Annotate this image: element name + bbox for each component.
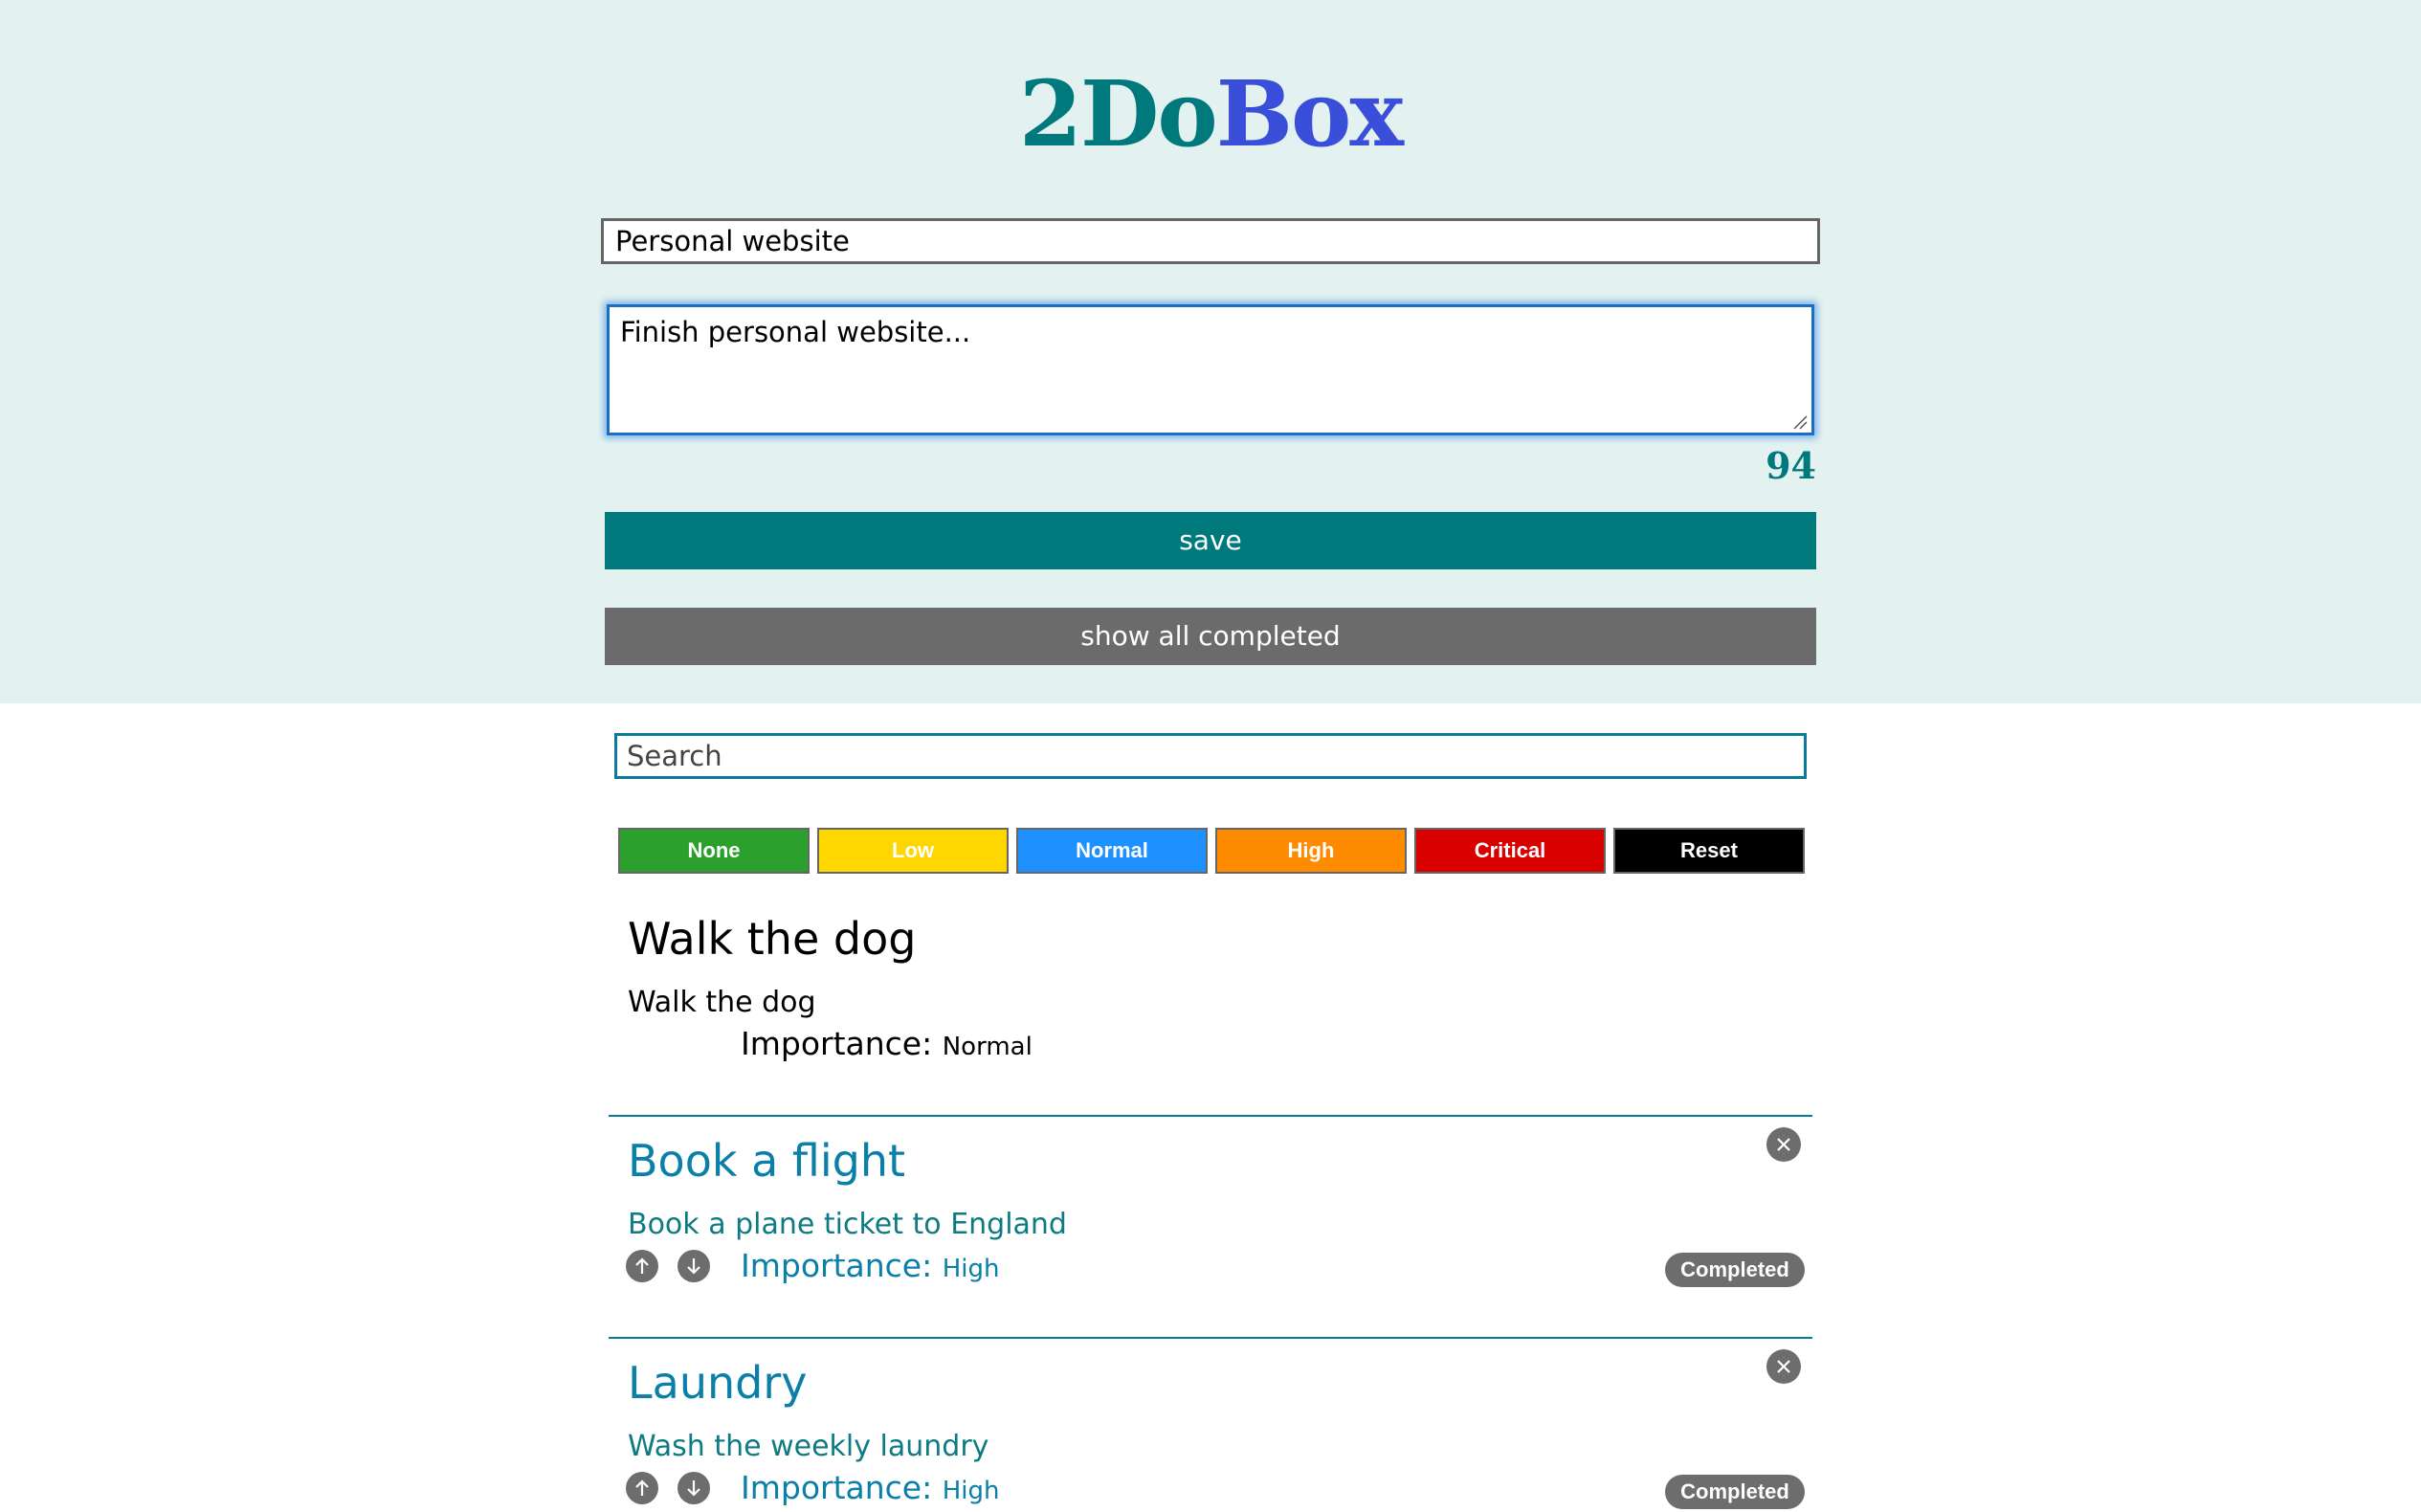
todo-card: Walk the dog Walk the dog Importance: No… <box>609 894 1812 1117</box>
resize-grip-icon[interactable] <box>1792 414 1808 430</box>
close-icon[interactable] <box>1766 1349 1801 1384</box>
arrow-down-icon[interactable] <box>677 1250 710 1282</box>
importance-row: Importance: High <box>741 1469 1000 1506</box>
filter-low-button[interactable]: Low <box>817 828 1009 874</box>
app-logo: 2DoBox <box>0 69 2421 160</box>
arrow-up-icon[interactable] <box>626 1472 658 1504</box>
filter-high-button[interactable]: High <box>1215 828 1407 874</box>
title-input[interactable] <box>601 218 1820 264</box>
logo-part-1: 2Do <box>1018 61 1218 167</box>
arrow-down-icon[interactable] <box>677 1472 710 1504</box>
arrow-up-icon[interactable] <box>626 1028 658 1060</box>
arrow-down-icon[interactable] <box>677 1028 710 1060</box>
importance-label: Importance: <box>741 1025 933 1062</box>
close-icon[interactable] <box>1766 1127 1801 1162</box>
importance-label: Importance: <box>741 1469 933 1506</box>
importance-row: Importance: High <box>741 1247 1000 1284</box>
completed-badge[interactable]: Completed <box>1665 1031 1805 1065</box>
importance-value: Normal <box>942 1033 1033 1061</box>
importance-row: Importance: Normal <box>741 1025 1033 1062</box>
arrow-up-icon[interactable] <box>626 1250 658 1282</box>
importance-value: High <box>942 1255 1000 1283</box>
completed-badge[interactable]: Completed <box>1665 1475 1805 1509</box>
todo-body[interactable]: Walk the dog <box>628 986 816 1019</box>
search-input[interactable] <box>614 733 1807 779</box>
todo-card: Laundry Wash the weekly laundry Importan… <box>609 1338 1812 1512</box>
character-counter: 94 <box>1766 444 1816 487</box>
todo-body[interactable]: Book a plane ticket to England <box>628 1208 1067 1241</box>
todo-card: Book a flight Book a plane ticket to Eng… <box>609 1116 1812 1339</box>
filter-none-button[interactable]: None <box>618 828 810 874</box>
close-icon[interactable] <box>1766 905 1801 940</box>
todo-title[interactable]: Walk the dog <box>628 913 916 965</box>
filter-normal-button[interactable]: Normal <box>1016 828 1208 874</box>
todo-title[interactable]: Book a flight <box>628 1135 905 1187</box>
filter-reset-button[interactable]: Reset <box>1613 828 1805 874</box>
show-completed-button[interactable]: show all completed <box>605 608 1816 665</box>
todo-title[interactable]: Laundry <box>628 1357 807 1409</box>
save-button[interactable]: save <box>605 512 1816 569</box>
importance-value: High <box>942 1477 1000 1505</box>
logo-part-2: Box <box>1215 61 1404 167</box>
completed-badge[interactable]: Completed <box>1665 1253 1805 1287</box>
filter-critical-button[interactable]: Critical <box>1414 828 1606 874</box>
body-textarea[interactable]: Finish personal website... <box>607 304 1814 435</box>
importance-label: Importance: <box>741 1247 933 1284</box>
todo-body[interactable]: Wash the weekly laundry <box>628 1430 988 1463</box>
